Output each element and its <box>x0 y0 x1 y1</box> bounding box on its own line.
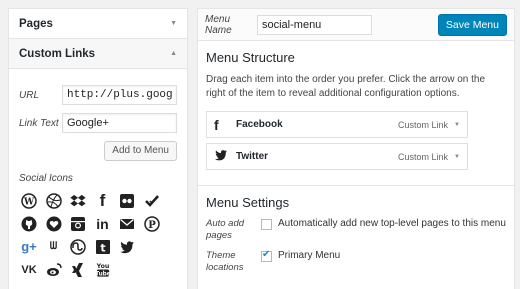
svg-text:t: t <box>100 241 105 254</box>
social-icons-label: Social Icons <box>19 173 73 184</box>
menu-header-bar: Menu Name Save Menu <box>198 9 514 41</box>
menu-item-type: Custom Link <box>398 119 449 130</box>
theme-locations-row: Theme locations Primary Menu <box>206 249 506 274</box>
primary-menu-text: Primary Menu <box>278 250 341 261</box>
primary-menu-option[interactable]: Primary Menu <box>261 249 341 274</box>
auto-add-row: Auto add pages Automatically add new top… <box>206 218 506 242</box>
xing-icon[interactable] <box>68 260 88 279</box>
menu-structure-description: Drag each item into the order you prefer… <box>206 74 486 99</box>
vk-icon[interactable]: VK <box>19 260 39 279</box>
url-input[interactable] <box>62 85 177 105</box>
email-icon[interactable] <box>117 214 137 233</box>
custom-links-header-label: Custom Links <box>19 47 96 60</box>
menu-editor: Menu Name Save Menu Menu Structure Drag … <box>197 8 515 289</box>
facebook-icon[interactable]: f <box>93 191 113 210</box>
wordpress-icon[interactable]: W <box>19 191 39 210</box>
left-sidebar: Pages ▼ Custom Links ▲ URL Link Text Add… <box>8 8 188 289</box>
menu-structure-title: Menu Structure <box>206 50 295 65</box>
stumbleupon-icon[interactable] <box>68 237 88 256</box>
menu-name-label: Menu Name <box>205 13 232 36</box>
menu-settings-title: Menu Settings <box>206 195 290 210</box>
custom-links-panel: URL Link Text Add to Menu Social Icons W… <box>9 69 187 279</box>
twitter-icon[interactable] <box>117 237 137 256</box>
youtube-icon[interactable]: You Tube <box>93 260 113 279</box>
collapse-arrow-icon[interactable]: ▲ <box>170 50 177 57</box>
auto-add-text: Automatically add new top-level pages to… <box>278 218 506 229</box>
item-expand-arrow-icon[interactable]: ▼ <box>454 122 460 128</box>
menu-item-title: Twitter <box>236 151 269 162</box>
dropbox-icon[interactable] <box>68 191 88 210</box>
linkedin-icon[interactable]: in <box>93 214 113 233</box>
auto-add-label: Auto add pages <box>206 218 245 241</box>
foursquare-icon[interactable] <box>142 191 162 210</box>
menu-structure-section: Menu Structure Drag each item into the o… <box>198 41 514 274</box>
link-text-label: Link Text <box>19 117 59 129</box>
github-icon[interactable] <box>19 214 39 233</box>
menu-item-title: Facebook <box>236 119 283 130</box>
auto-add-checkbox[interactable] <box>261 219 272 230</box>
svg-text:P: P <box>148 220 156 231</box>
weibo-icon[interactable] <box>44 260 64 279</box>
primary-menu-checkbox[interactable] <box>261 249 272 262</box>
menu-item-type: Custom Link <box>398 151 449 162</box>
pages-accordion-header[interactable]: Pages ▼ <box>9 9 187 39</box>
url-label: URL <box>19 89 40 101</box>
theme-locations-label: Theme locations <box>206 250 244 273</box>
tumblr-icon[interactable]: t <box>93 237 113 256</box>
flickr-icon[interactable] <box>117 191 137 210</box>
item-expand-arrow-icon[interactable]: ▼ <box>454 154 460 160</box>
svg-text:Tube: Tube <box>95 271 111 277</box>
link-text-input[interactable] <box>62 113 177 133</box>
menu-item-twitter[interactable]: Twitter Custom Link ▼ <box>206 143 468 170</box>
svg-text:You: You <box>95 263 109 270</box>
social-icons-grid: W f in P g+ ᗯ t VK You Tube <box>19 191 177 279</box>
custom-links-accordion-header[interactable]: Custom Links ▲ <box>9 39 187 69</box>
auto-add-option[interactable]: Automatically add new top-level pages to… <box>261 218 506 242</box>
svg-text:W: W <box>23 197 35 207</box>
heart-icon[interactable] <box>44 214 64 233</box>
googleplus-icon[interactable]: g+ <box>19 237 39 256</box>
facebook-icon: f <box>214 116 219 133</box>
menu-name-input[interactable] <box>257 14 372 35</box>
twitter-icon <box>214 148 232 165</box>
pinterest-icon[interactable]: P <box>142 214 162 233</box>
instagram-icon[interactable] <box>68 214 88 233</box>
expand-arrow-icon[interactable]: ▼ <box>170 20 177 27</box>
pages-header-label: Pages <box>19 17 53 30</box>
path-icon[interactable]: ᗯ <box>44 237 64 256</box>
save-menu-button[interactable]: Save Menu <box>437 13 507 36</box>
add-to-menu-button[interactable]: Add to Menu <box>104 141 177 161</box>
dribbble-icon[interactable] <box>44 191 64 210</box>
menu-item-facebook[interactable]: f Facebook Custom Link ▼ <box>206 111 468 138</box>
divider <box>198 185 514 186</box>
